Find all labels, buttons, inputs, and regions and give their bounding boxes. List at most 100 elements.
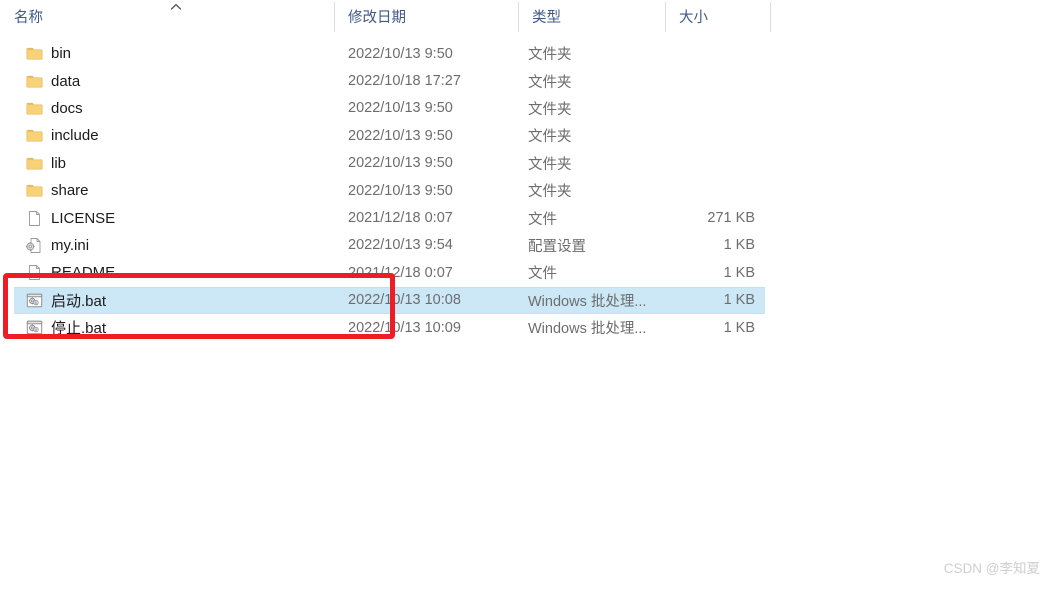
file-date-cell: 2022/10/13 9:54 [348,232,453,259]
sort-ascending-icon [170,3,182,11]
file-row[interactable]: data 2022/10/18 17:27 文件夹 [0,67,1052,94]
column-divider[interactable] [518,2,519,32]
file-date-label: 2022/10/13 9:50 [348,155,453,172]
file-name-label: LICENSE [51,209,116,227]
document-icon [26,210,43,227]
file-date-label: 2022/10/13 9:50 [348,100,453,117]
file-name-cell[interactable]: 启动.bat [26,287,106,314]
column-header-size-label: 大小 [679,10,708,26]
file-explorer-list-view: 名称 修改日期 类型 大小 bin 2022/10/13 9:50 文件夹 data 2… [0,0,1052,591]
file-name-cell[interactable]: LICENSE [26,204,115,231]
file-date-label: 2021/12/18 0:07 [348,210,453,227]
file-row[interactable]: LICENSE 2021/12/18 0:07 文件 271 KB [0,204,1052,231]
file-name-label: 启动.bat [51,292,107,310]
file-name-cell[interactable]: lib [26,150,66,177]
folder-icon [26,127,43,144]
folder-icon [26,182,43,199]
file-date-label: 2021/12/18 0:07 [348,264,453,281]
file-type-label: Windows 批处理... [528,321,647,338]
file-size-cell: 1 KB [665,287,755,314]
file-type-cell: 文件夹 [528,177,572,204]
folder-icon [26,155,43,172]
column-header-date[interactable]: 修改日期 [334,0,518,33]
file-date-label: 2022/10/13 10:09 [348,319,461,336]
file-type-cell: 文件夹 [528,95,572,122]
file-name-label: lib [51,154,67,172]
file-type-label: 文件 [528,211,557,228]
file-row[interactable]: 启动.bat 2022/10/13 10:08 Windows 批处理... 1 KB [0,286,1052,314]
file-date-label: 2022/10/13 10:08 [348,292,461,309]
file-name-cell[interactable]: data [26,67,80,94]
file-size-cell [665,177,755,204]
file-name-cell[interactable]: bin [26,40,71,67]
file-name-cell[interactable]: docs [26,95,83,122]
folder-icon [26,73,43,90]
file-name-cell[interactable]: 停止.bat [26,314,106,341]
column-header-name[interactable]: 名称 [0,0,334,33]
file-date-label: 2022/10/13 9:50 [348,127,453,144]
column-divider[interactable] [334,2,335,32]
column-header-size[interactable]: 大小 [665,0,770,33]
file-date-label: 2022/10/13 9:54 [348,237,453,254]
file-row[interactable]: share 2022/10/13 9:50 文件夹 [0,177,1052,204]
file-size-cell: 271 KB [665,204,755,231]
file-size-cell [665,40,755,67]
column-header-row: 名称 修改日期 类型 大小 [0,0,1052,33]
file-size-cell [665,95,755,122]
file-size-label: 1 KB [723,319,755,336]
file-date-cell: 2022/10/13 9:50 [348,150,453,177]
column-header-name-label: 名称 [14,10,43,26]
file-row[interactable]: docs 2022/10/13 9:50 文件夹 [0,95,1052,122]
column-header-type[interactable]: 类型 [518,0,665,33]
file-date-cell: 2022/10/18 17:27 [348,67,461,94]
file-size-cell [665,122,755,149]
file-type-label: Windows 批处理... [528,293,647,310]
folder-icon [26,45,43,62]
file-size-cell: 1 KB [665,232,755,259]
file-date-label: 2022/10/18 17:27 [348,73,461,90]
file-size-cell [665,150,755,177]
file-name-cell[interactable]: README [26,259,115,286]
batch-file-icon [26,319,43,336]
file-name-label: data [51,72,81,90]
file-row[interactable]: 停止.bat 2022/10/13 10:09 Windows 批处理... 1 KB [0,314,1052,341]
file-date-cell: 2021/12/18 0:07 [348,204,453,231]
file-name-cell[interactable]: share [26,177,89,204]
file-size-label: 1 KB [723,264,755,281]
file-row[interactable]: bin 2022/10/13 9:50 文件夹 [0,40,1052,67]
file-date-cell: 2022/10/13 9:50 [348,40,453,67]
file-row[interactable]: README 2021/12/18 0:07 文件 1 KB [0,259,1052,286]
file-type-cell: 配置设置 [528,232,586,259]
file-date-cell: 2022/10/13 9:50 [348,177,453,204]
file-type-cell: 文件夹 [528,150,572,177]
file-type-cell: 文件 [528,259,557,286]
file-type-label: 文件夹 [528,47,572,64]
file-type-cell: 文件 [528,204,557,231]
file-type-label: 文件 [528,266,557,283]
column-divider[interactable] [665,2,666,32]
column-divider[interactable] [770,2,771,32]
file-date-cell: 2022/10/13 10:09 [348,314,461,341]
column-header-date-label: 修改日期 [348,10,406,26]
file-name-label: README [51,264,116,282]
file-date-cell: 2021/12/18 0:07 [348,259,453,286]
file-size-cell [665,67,755,94]
file-row[interactable]: my.ini 2022/10/13 9:54 配置设置 1 KB [0,232,1052,259]
file-size-cell: 1 KB [665,314,755,341]
file-date-label: 2022/10/13 9:50 [348,182,453,199]
file-size-label: 1 KB [723,237,755,254]
file-date-cell: 2022/10/13 10:08 [348,287,461,314]
file-name-label: docs [51,99,83,117]
file-date-label: 2022/10/13 9:50 [348,45,453,62]
file-type-cell: 文件夹 [528,122,572,149]
file-name-label: include [51,127,99,145]
file-name-label: share [51,182,89,200]
file-name-cell[interactable]: include [26,122,99,149]
folder-icon [26,100,43,117]
file-name-cell[interactable]: my.ini [26,232,89,259]
file-list: bin 2022/10/13 9:50 文件夹 data 2022/10/18 17:2… [0,40,1052,341]
file-type-cell: 文件夹 [528,40,572,67]
file-row[interactable]: lib 2022/10/13 9:50 文件夹 [0,150,1052,177]
file-type-label: 文件夹 [528,156,572,173]
file-row[interactable]: include 2022/10/13 9:50 文件夹 [0,122,1052,149]
